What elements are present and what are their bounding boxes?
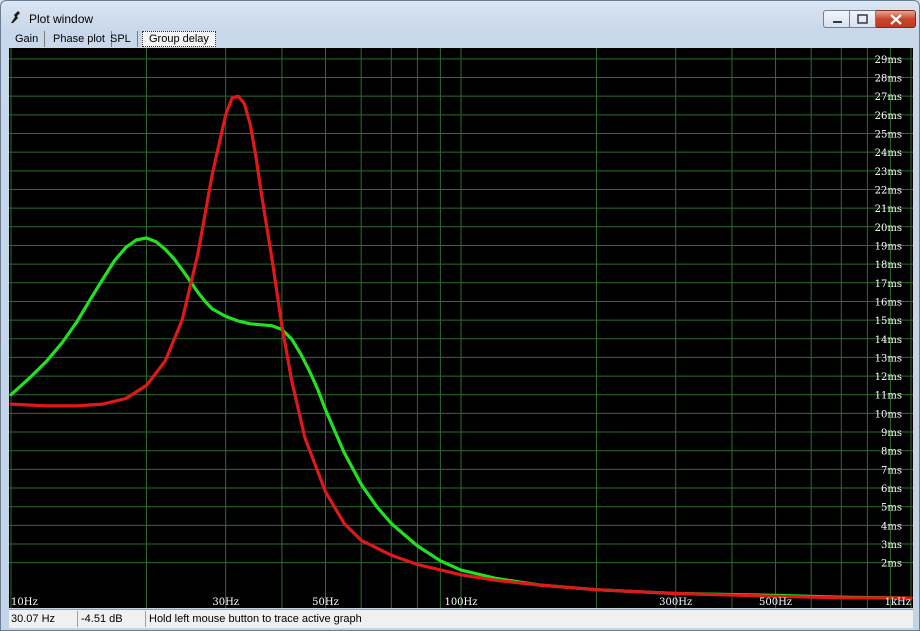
tab-group-delay[interactable]: Group delay <box>142 31 216 47</box>
plot-area[interactable]: 2ms 3ms 4ms 5ms 6ms 7ms 8ms 9ms 10ms 11ms 12ms 13ms… <box>9 48 913 608</box>
y-tick-label: 21ms <box>875 204 902 215</box>
y-tick-labels: 2ms 3ms 4ms 5ms 6ms 7ms 8ms 9ms 10ms 11ms 12ms 13ms… <box>875 55 902 570</box>
status-level: -4.51 dB <box>79 611 146 627</box>
x-tick-label: 300Hz <box>659 597 692 608</box>
y-tick-label: 19ms <box>875 241 902 252</box>
y-tick-label: 6ms <box>881 484 902 495</box>
y-tick-label: 10ms <box>875 409 902 420</box>
y-tick-label: 3ms <box>881 540 902 551</box>
x-grid <box>10 48 912 608</box>
minimize-icon <box>833 21 842 23</box>
x-tick-label: 10Hz <box>11 597 38 608</box>
y-tick-label: 24ms <box>875 148 902 159</box>
y-tick-label: 14ms <box>875 335 902 346</box>
x-tick-label: 1kHz <box>885 597 911 608</box>
y-tick-label: 17ms <box>875 279 902 290</box>
y-tick-label: 25ms <box>875 130 902 141</box>
y-tick-label: 18ms <box>875 260 902 271</box>
y-tick-label: 7ms <box>881 465 902 476</box>
maximize-icon <box>857 14 868 24</box>
y-tick-label: 20ms <box>875 223 902 234</box>
y-tick-label: 2ms <box>881 559 902 570</box>
close-button[interactable] <box>876 10 916 28</box>
y-tick-label: 26ms <box>875 111 902 122</box>
y-tick-label: 13ms <box>875 353 902 364</box>
title-bar[interactable]: Plot window <box>1 1 919 31</box>
tab-gain[interactable]: Gain <box>9 31 46 47</box>
x-tick-label: 100Hz <box>444 597 477 608</box>
y-tick-label: 27ms <box>875 92 902 103</box>
y-tick-label: 23ms <box>875 167 902 178</box>
y-tick-label: 5ms <box>881 503 902 514</box>
status-bar: 30.07 Hz -4.51 dB Hold left mouse button… <box>9 609 913 628</box>
y-tick-label: 22ms <box>875 185 902 196</box>
y-tick-label: 8ms <box>881 447 902 458</box>
window-title: Plot window <box>29 12 94 26</box>
y-tick-label: 28ms <box>875 74 902 85</box>
minimize-button[interactable] <box>823 10 850 28</box>
y-tick-label: 4ms <box>881 521 902 532</box>
status-frequency: 30.07 Hz <box>9 611 78 627</box>
y-tick-label: 29ms <box>875 55 902 66</box>
x-tick-label: 50Hz <box>312 597 339 608</box>
status-hint: Hold left mouse button to trace active g… <box>149 613 362 625</box>
tab-bar: Gain Phase plot SPL Group delay <box>9 31 909 48</box>
x-tick-label: 500Hz <box>759 597 792 608</box>
y-tick-label: 16ms <box>875 297 902 308</box>
tab-phase-plot[interactable]: Phase plot <box>47 31 112 47</box>
tab-spl[interactable]: SPL <box>104 31 138 47</box>
y-tick-label: 12ms <box>875 372 902 383</box>
y-tick-label: 11ms <box>875 391 902 402</box>
app-icon <box>11 11 20 23</box>
y-tick-label: 9ms <box>881 428 902 439</box>
y-tick-label: 15ms <box>875 316 902 327</box>
x-tick-label: 30Hz <box>212 597 239 608</box>
plot-window: Plot window Gain Phase plot SPL Group de… <box>0 0 920 631</box>
group-delay-chart[interactable]: 2ms 3ms 4ms 5ms 6ms 7ms 8ms 9ms 10ms 11ms 12ms 13ms… <box>9 48 913 608</box>
maximize-button[interactable] <box>850 10 876 28</box>
close-icon <box>890 14 902 25</box>
